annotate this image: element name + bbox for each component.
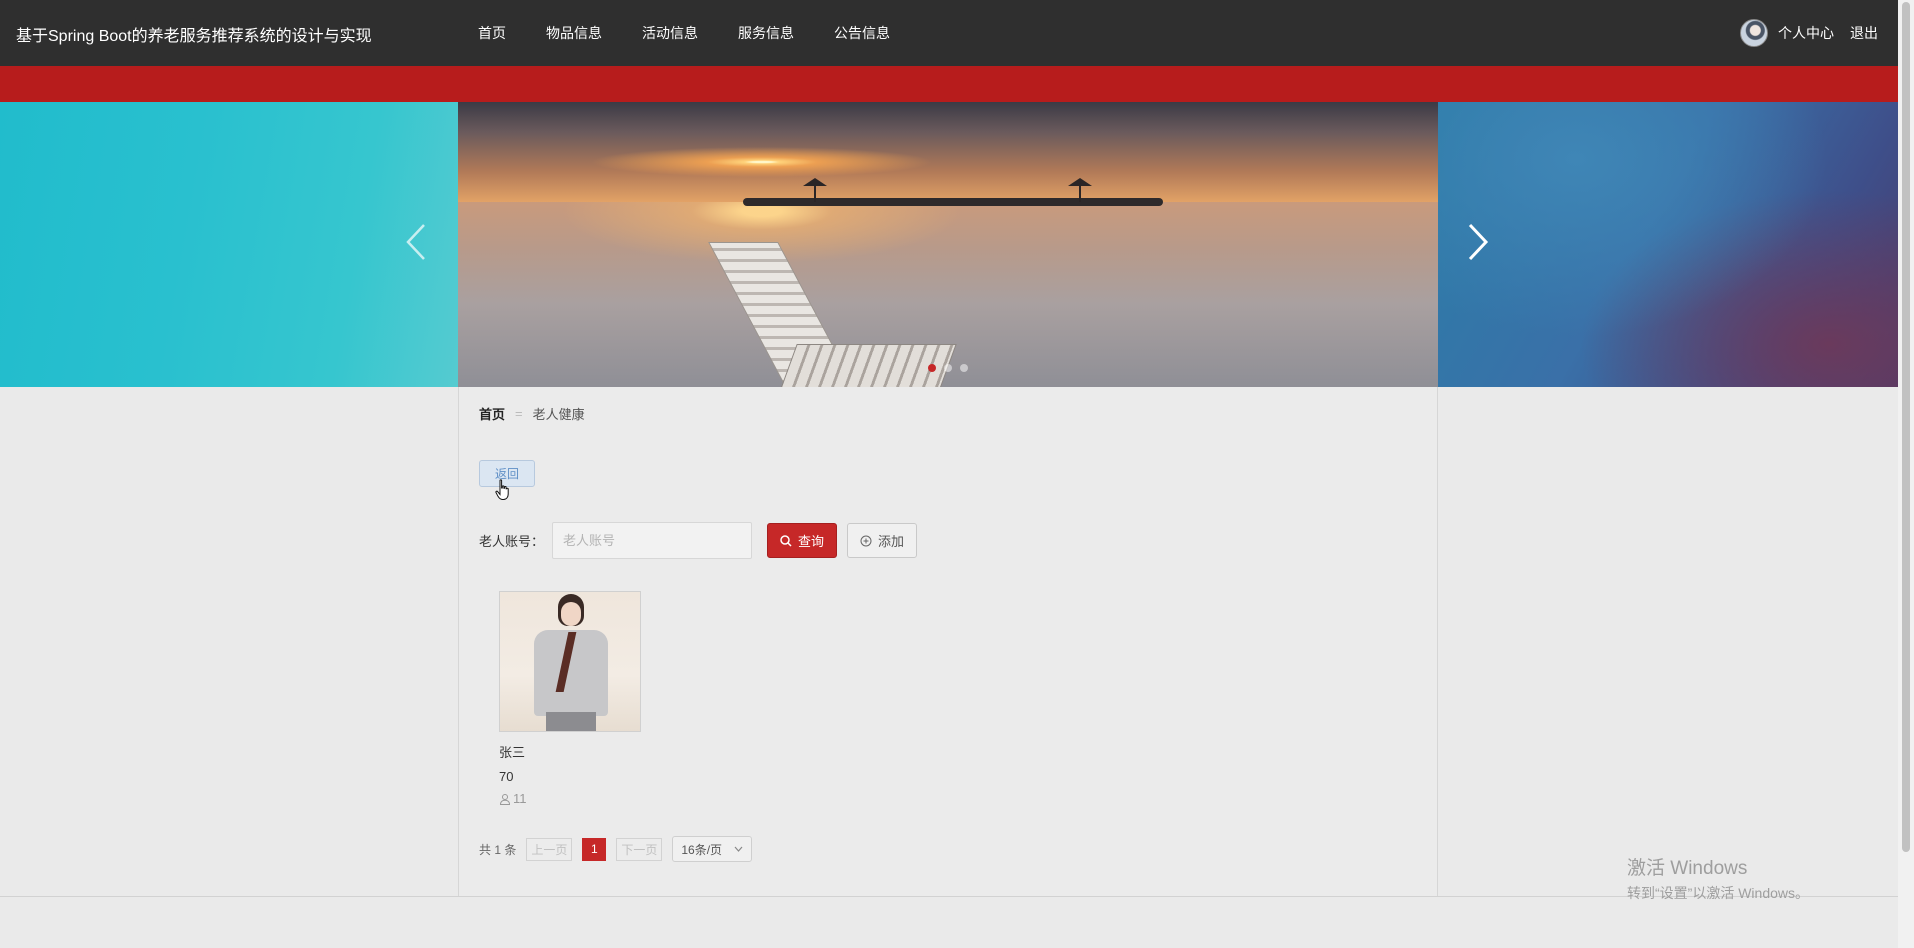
breadcrumb: 首页 = 老人健康 [479, 404, 585, 423]
carousel-dot[interactable] [928, 364, 936, 372]
carousel-next-arrow-icon[interactable] [1462, 222, 1492, 270]
nav-item-services[interactable]: 服务信息 [738, 23, 794, 43]
page-scrollbar[interactable] [1898, 0, 1914, 948]
page-number-current[interactable]: 1 [582, 837, 607, 861]
carousel-indicators [928, 364, 968, 372]
elder-health-card[interactable]: 张三 70 11 [499, 591, 641, 806]
page-size-select[interactable]: 16条/页 [672, 836, 753, 862]
page-size-value: 16条/页 [681, 842, 723, 857]
breadcrumb-home[interactable]: 首页 [479, 404, 505, 423]
search-label: 老人账号： [479, 534, 545, 549]
plus-circle-icon [860, 535, 872, 546]
site-title: 基于Spring Boot的养老服务推荐系统的设计与实现 [16, 28, 372, 45]
avatar[interactable] [1740, 19, 1768, 47]
nav-item-home[interactable]: 首页 [478, 23, 506, 43]
windows-activation-watermark: 激活 Windows 转到“设置”以激活 Windows。 [1627, 858, 1809, 902]
footer-divider [0, 896, 1898, 897]
nav-item-activities[interactable]: 活动信息 [642, 23, 698, 43]
carousel-prev-slide-image [0, 102, 458, 387]
top-navbar: 基于Spring Boot的养老服务推荐系统的设计与实现 首页 物品信息 活动信… [0, 0, 1898, 66]
breadcrumb-separator: = [515, 406, 523, 421]
search-row: 老人账号： 查询 添加 [479, 522, 918, 559]
watermark-title: 激活 Windows [1627, 858, 1748, 879]
user-icon [499, 793, 511, 805]
elder-account-search-input[interactable] [552, 522, 753, 559]
card-name: 张三 [499, 745, 526, 760]
nav-item-announcements[interactable]: 公告信息 [834, 23, 890, 43]
hand-cursor-icon [495, 479, 509, 500]
scrollbar-thumb[interactable] [1902, 2, 1910, 852]
pagination-total: 共 1 条 [479, 842, 517, 857]
carousel-prev-arrow-icon[interactable] [402, 222, 432, 270]
add-button[interactable]: 添加 [847, 523, 918, 558]
beach-chair-graphic [708, 232, 957, 387]
carousel-dot[interactable] [944, 364, 952, 372]
carousel-dot[interactable] [960, 364, 968, 372]
card-age: 70 [499, 769, 514, 784]
card-views-count: 11 [513, 791, 527, 806]
main-nav: 首页 物品信息 活动信息 服务信息 公告信息 [478, 0, 890, 66]
banner-carousel [0, 102, 1898, 387]
accent-bar [0, 66, 1898, 102]
chevron-down-icon [734, 846, 743, 852]
next-page-button[interactable]: 下一页 [616, 837, 663, 861]
user-area: 个人中心 退出 [1740, 0, 1878, 66]
prev-page-button[interactable]: 上一页 [526, 837, 573, 861]
add-button-label: 添加 [878, 534, 905, 549]
search-icon [780, 534, 792, 547]
user-center-link[interactable]: 个人中心 [1778, 23, 1834, 43]
carousel-next-slide-image [1438, 102, 1898, 387]
logout-link[interactable]: 退出 [1850, 23, 1878, 43]
pagination: 共 1 条 上一页 1 下一页 16条/页 [479, 836, 753, 862]
main-content: 首页 = 老人健康 返回 老人账号： 查询 添加 [458, 387, 1438, 897]
query-button-label: 查询 [798, 534, 825, 549]
nav-item-items[interactable]: 物品信息 [546, 23, 602, 43]
card-views: 11 [499, 791, 641, 806]
breadcrumb-current: 老人健康 [532, 407, 585, 422]
query-button[interactable]: 查询 [767, 523, 838, 558]
elder-photo [499, 591, 641, 732]
watermark-subtitle: 转到“设置”以激活 Windows。 [1627, 884, 1810, 901]
carousel-active-slide-image [458, 102, 1438, 387]
